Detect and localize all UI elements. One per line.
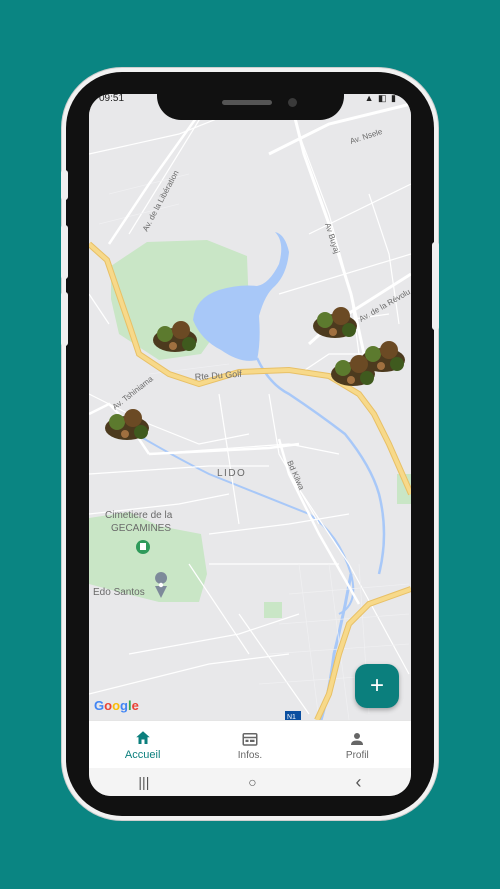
nav-item-infos[interactable]: Infos. bbox=[196, 721, 303, 769]
nav-item-accueil[interactable]: Accueil bbox=[89, 721, 196, 769]
side-button-volume-down bbox=[61, 292, 68, 346]
side-button-volume-up bbox=[61, 225, 68, 279]
phone-screen: 09:51 ▲ ◧ ▮ Av. Nsele Av. de la Libérati… bbox=[89, 94, 411, 796]
nav-label-profil: Profil bbox=[345, 749, 369, 761]
back-icon[interactable]: ‹ bbox=[356, 772, 362, 793]
bottom-navigation: Accueil Infos. Profil bbox=[89, 720, 411, 769]
label-edo-santos: Edo Santos bbox=[93, 587, 145, 598]
map-view[interactable]: Av. Nsele Av. de la Libération Av Buyaj … bbox=[89, 94, 411, 720]
small-park bbox=[264, 602, 282, 618]
label-lido: LIDO bbox=[217, 468, 246, 479]
add-button[interactable]: + bbox=[355, 664, 399, 708]
status-icons: ▲ ◧ ▮ bbox=[364, 94, 397, 103]
status-time: 09:51 bbox=[99, 94, 125, 104]
nav-item-profil[interactable]: Profil bbox=[304, 721, 411, 769]
side-button-power bbox=[432, 242, 439, 330]
person-icon bbox=[351, 732, 364, 745]
phone-notch bbox=[157, 86, 344, 120]
label-cemetery-line2: GECAMINES bbox=[111, 523, 171, 534]
recents-icon[interactable]: ||| bbox=[138, 774, 149, 790]
home-circle-icon[interactable]: ○ bbox=[248, 774, 256, 790]
system-navigation-bar: ||| ○ ‹ bbox=[89, 768, 411, 796]
nav-label-infos: Infos. bbox=[237, 749, 263, 761]
calendar-icon bbox=[242, 732, 258, 746]
front-camera-icon bbox=[288, 98, 297, 107]
google-logo: Google bbox=[94, 698, 139, 713]
speaker-grille bbox=[222, 100, 272, 105]
home-icon bbox=[135, 731, 150, 744]
nav-label-accueil: Accueil bbox=[124, 749, 161, 761]
label-cemetery-line1: Cimetiere de la bbox=[105, 510, 173, 521]
side-button-top bbox=[61, 170, 68, 200]
